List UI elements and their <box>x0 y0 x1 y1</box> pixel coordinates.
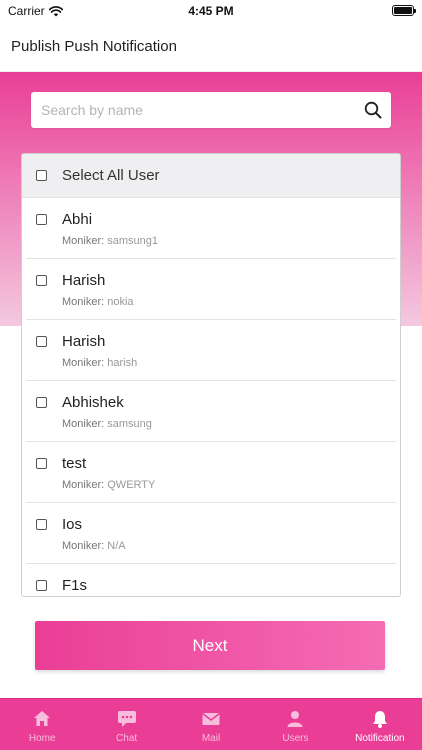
chat-icon <box>117 711 136 727</box>
users-icon-wrap <box>285 709 305 729</box>
user-name: Ios <box>62 516 83 533</box>
user-moniker: Moniker: nokia <box>62 296 134 308</box>
app-header: Publish Push Notification <box>0 22 422 72</box>
user-row[interactable]: F1s <box>26 564 396 596</box>
battery-icon <box>392 5 416 16</box>
moniker-label: Moniker: <box>62 296 105 308</box>
user-name: Harish <box>62 272 106 289</box>
select-all-checkbox[interactable] <box>36 170 47 181</box>
user-name: Abhi <box>62 211 93 228</box>
bell-icon-wrap <box>370 709 390 729</box>
moniker-value: nokia <box>107 296 134 308</box>
moniker-label: Moniker: <box>62 540 105 552</box>
tab-mail[interactable]: Mail <box>169 699 253 750</box>
moniker-value: samsung <box>107 418 152 430</box>
search-input[interactable] <box>31 92 355 128</box>
users-icon <box>287 711 303 727</box>
tab-notification[interactable]: Notification <box>338 699 422 750</box>
user-checkbox[interactable] <box>36 580 47 591</box>
tab-chat[interactable]: Chat <box>84 699 168 750</box>
user-name: F1s <box>62 577 88 594</box>
search-button[interactable] <box>355 92 391 128</box>
user-checkbox[interactable] <box>36 275 47 286</box>
user-row[interactable]: Harish Moniker: harish <box>26 320 396 381</box>
moniker-label: Moniker: <box>62 418 105 430</box>
user-checkbox[interactable] <box>36 336 47 347</box>
mail-icon <box>202 712 220 725</box>
next-button[interactable]: Next <box>35 621 385 670</box>
select-all-row[interactable]: Select All User <box>22 154 400 198</box>
user-name: Abhishek <box>62 394 124 411</box>
select-all-label: Select All User <box>62 167 160 184</box>
search-icon <box>364 101 382 119</box>
user-checkbox[interactable] <box>36 214 47 225</box>
user-name: Harish <box>62 333 106 350</box>
user-list: Abhi Moniker: samsung1 Harish Moniker: noki… <box>22 198 400 596</box>
user-row[interactable]: Abhi Moniker: samsung1 <box>26 198 396 259</box>
tab-label: Chat <box>116 733 138 744</box>
moniker-label: Moniker: <box>62 235 105 247</box>
search-bar <box>31 92 391 128</box>
user-moniker: Moniker: N/A <box>62 540 126 552</box>
chat-icon-wrap <box>117 709 137 729</box>
user-checkbox[interactable] <box>36 519 47 530</box>
moniker-label: Moniker: <box>62 357 105 369</box>
moniker-value: N/A <box>107 540 126 552</box>
tab-label: Mail <box>201 733 221 744</box>
mail-icon-wrap <box>201 709 221 729</box>
moniker-label: Moniker: <box>62 479 105 491</box>
status-bar: Carrier 4:45 PM <box>0 0 422 22</box>
user-row[interactable]: Ios Moniker: N/A <box>26 503 396 564</box>
user-moniker: Moniker: QWERTY <box>62 479 155 491</box>
moniker-value: harish <box>107 357 138 369</box>
tab-label: Home <box>28 733 56 744</box>
user-row[interactable]: test Moniker: QWERTY <box>26 442 396 503</box>
tab-bar: Home Chat Mail Users Notification <box>0 698 422 750</box>
tab-label: Users <box>282 733 309 744</box>
moniker-value: samsung1 <box>107 235 159 247</box>
home-icon-wrap <box>32 709 52 729</box>
home-icon <box>34 711 51 726</box>
tab-label: Notification <box>355 733 405 744</box>
clock: 4:45 PM <box>188 4 234 18</box>
moniker-value: QWERTY <box>107 479 156 491</box>
tab-users[interactable]: Users <box>253 699 337 750</box>
user-list-card: Select All User Abhi Moniker: samsung1 Har… <box>21 153 401 597</box>
user-row[interactable]: Harish Moniker: nokia <box>26 259 396 320</box>
user-moniker: Moniker: harish <box>62 357 137 369</box>
user-row[interactable]: Abhishek Moniker: samsung <box>26 381 396 442</box>
user-moniker: Moniker: samsung <box>62 418 152 430</box>
user-name: test <box>62 455 87 472</box>
user-checkbox[interactable] <box>36 458 47 469</box>
page-title: Publish Push Notification <box>11 38 177 55</box>
tab-home[interactable]: Home <box>0 699 84 750</box>
bell-icon <box>372 711 387 728</box>
user-moniker: Moniker: samsung1 <box>62 235 158 247</box>
user-checkbox[interactable] <box>36 397 47 408</box>
